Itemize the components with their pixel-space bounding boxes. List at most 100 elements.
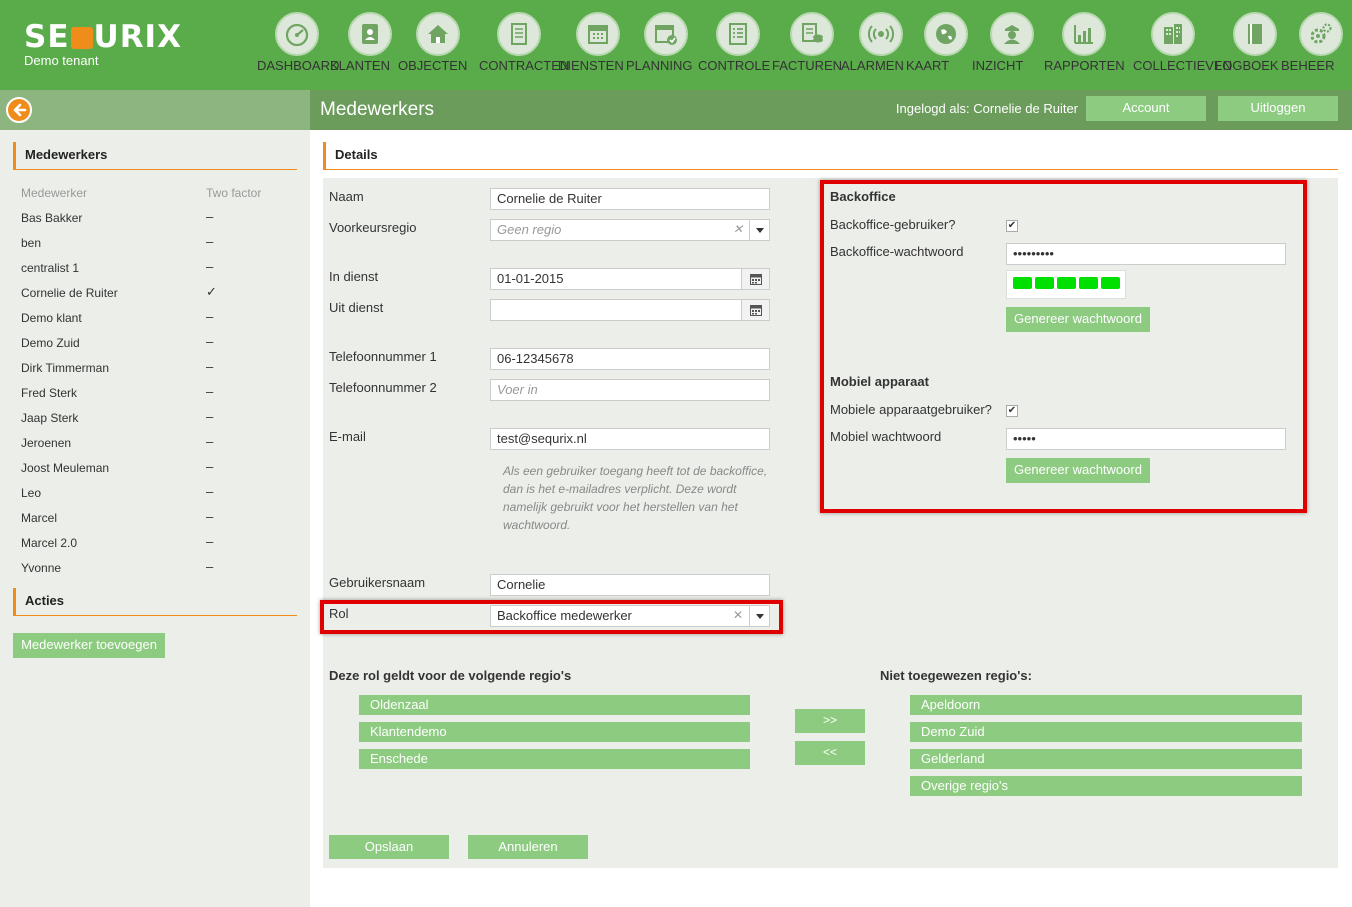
nav-item-collectieven[interactable]: COLLECTIEVEN [1133,12,1232,73]
nav-item-label: ALARMEN [841,58,904,73]
employee-name: Joost Meuleman [21,461,110,475]
two-factor-status: – [206,234,214,249]
employee-row[interactable]: Marcel 2.0 – [21,534,271,561]
in-service-date-value: 01-01-2015 [497,271,564,286]
assigned-regions-title: Deze rol geldt voor de volgende regio's [329,668,572,683]
page-title: Medewerkers [320,99,435,120]
backoffice-user-checkbox[interactable]: ✔ [1006,220,1018,232]
employee-row[interactable]: Joost Meuleman – [21,459,271,486]
save-button[interactable]: Opslaan [329,835,449,859]
sidebar: Medewerkers Medewerker Two factor Bas Ba… [0,130,310,907]
password-strength-segment [1079,277,1098,289]
out-service-date-input[interactable] [490,299,770,321]
employee-row[interactable]: Cornelie de Ruiter ✓ [21,284,271,311]
nav-item-label: INZICHT [972,58,1024,73]
buildings-icon [1151,12,1195,56]
nav-item-controle[interactable]: CONTROLE [698,12,778,73]
employee-row[interactable]: Jaap Sterk – [21,409,271,436]
clear-icon[interactable]: ✕ [733,222,743,236]
email-label: E-mail [329,429,366,444]
password-strength-segment [1013,277,1032,289]
nav-item-inzicht[interactable]: INZICHT [972,12,1052,73]
nav-item-dashboard[interactable]: DASHBOARD [257,12,339,73]
bar-chart-icon [1062,12,1106,56]
employee-row[interactable]: centralist 1 – [21,259,271,286]
two-factor-status: – [206,259,214,274]
in-service-date-input[interactable]: 01-01-2015 [490,268,770,290]
phone1-input[interactable]: 06-12345678 [490,348,770,370]
assigned-region-item[interactable]: Enschede [359,749,750,769]
checklist-icon [716,12,760,56]
mobile-password-input[interactable]: ••••• [1006,428,1286,450]
nav-item-label: BEHEER [1281,58,1335,73]
unassigned-region-item[interactable]: Demo Zuid [910,722,1302,742]
employee-row[interactable]: Fred Sterk – [21,384,271,411]
nav-item-planning[interactable]: PLANNING [626,12,706,73]
unassigned-region-item[interactable]: Overige regio's [910,776,1302,796]
back-arrow-icon[interactable] [6,97,32,123]
nav-item-rapporten[interactable]: RAPPORTEN [1044,12,1125,73]
phone2-input[interactable]: Voer in [490,379,770,401]
calendar-icon [576,12,620,56]
two-factor-status: – [206,559,214,574]
mobile-user-checkbox[interactable]: ✔ [1006,405,1018,417]
employee-name: ben [21,236,42,250]
add-employee-button[interactable]: Medewerker toevoegen [13,633,165,658]
nav-item-contracten[interactable]: CONTRACTEN [479,12,569,73]
unassigned-region-item[interactable]: Gelderland [910,749,1302,769]
check-icon: ✔ [1007,220,1017,231]
employee-row[interactable]: Demo klant – [21,309,271,336]
backoffice-password-input[interactable]: ••••••••• [1006,243,1286,265]
employee-name: Bas Bakker [21,211,83,225]
dashboard-gauge-icon [275,12,319,56]
two-factor-status: – [206,359,214,374]
backoffice-generate-password-button[interactable]: Genereer wachtwoord [1006,307,1150,332]
employee-name: Cornelie de Ruiter [21,286,118,300]
cancel-button[interactable]: Annuleren [468,835,588,859]
employee-row[interactable]: Bas Bakker – [21,209,271,236]
preferred-region-placeholder: Geen regio [497,222,562,237]
username-input[interactable]: Cornelie [490,574,770,596]
employee-row[interactable]: Jeroenen – [21,434,271,461]
nav-item-facturen[interactable]: FACTUREN [772,12,852,73]
move-right-button[interactable]: >> [795,709,865,733]
assigned-region-item[interactable]: Oldenzaal [359,695,750,715]
calendar-icon[interactable] [741,300,769,320]
preferred-region-select[interactable]: Geen regio ✕ [490,219,770,241]
role-highlight-box [320,600,783,634]
name-input[interactable]: Cornelie de Ruiter [490,188,770,210]
sidebar-header [0,90,310,130]
email-input[interactable]: test@sequrix.nl [490,428,770,450]
book-icon [1233,12,1277,56]
employee-row[interactable]: Dirk Timmerman – [21,359,271,386]
employee-name: Leo [21,486,42,500]
planning-calendar-icon [644,12,688,56]
employee-row[interactable]: Demo Zuid – [21,334,271,361]
logout-button[interactable]: Uitloggen [1218,96,1338,121]
document-icon [497,12,541,56]
two-factor-status: – [206,409,214,424]
page-header: Medewerkers Ingelogd als: Cornelie de Ru… [310,90,1352,130]
employee-row[interactable]: ben – [21,234,271,261]
employee-row[interactable]: Marcel – [21,509,271,536]
employee-name: Marcel [21,511,58,525]
chevron-down-icon[interactable] [749,220,769,240]
phone2-label: Telefoonnummer 2 [329,380,437,395]
calendar-icon[interactable] [741,269,769,289]
employee-row[interactable]: Yvonne – [21,559,271,586]
mobile-generate-password-button[interactable]: Genereer wachtwoord [1006,458,1150,483]
assigned-region-item[interactable]: Klantendemo [359,722,750,742]
account-button[interactable]: Account [1086,96,1206,121]
unassigned-region-item[interactable]: Apeldoorn [910,695,1302,715]
password-strength-segment [1035,277,1054,289]
column-header-two-factor: Two factor [206,186,262,200]
in-service-label: In dienst [329,269,379,284]
nav-item-objecten[interactable]: OBJECTEN [398,12,478,73]
sequrix-logo[interactable]: SE URIX Demo tenant [24,20,182,68]
nav-item-label: DIENSTEN [558,58,624,73]
two-factor-status: – [206,534,214,549]
nav-item-beheer[interactable]: BEHEER [1281,12,1352,73]
employee-row[interactable]: Leo – [21,484,271,511]
move-left-button[interactable]: << [795,741,865,765]
contacts-book-icon [348,12,392,56]
